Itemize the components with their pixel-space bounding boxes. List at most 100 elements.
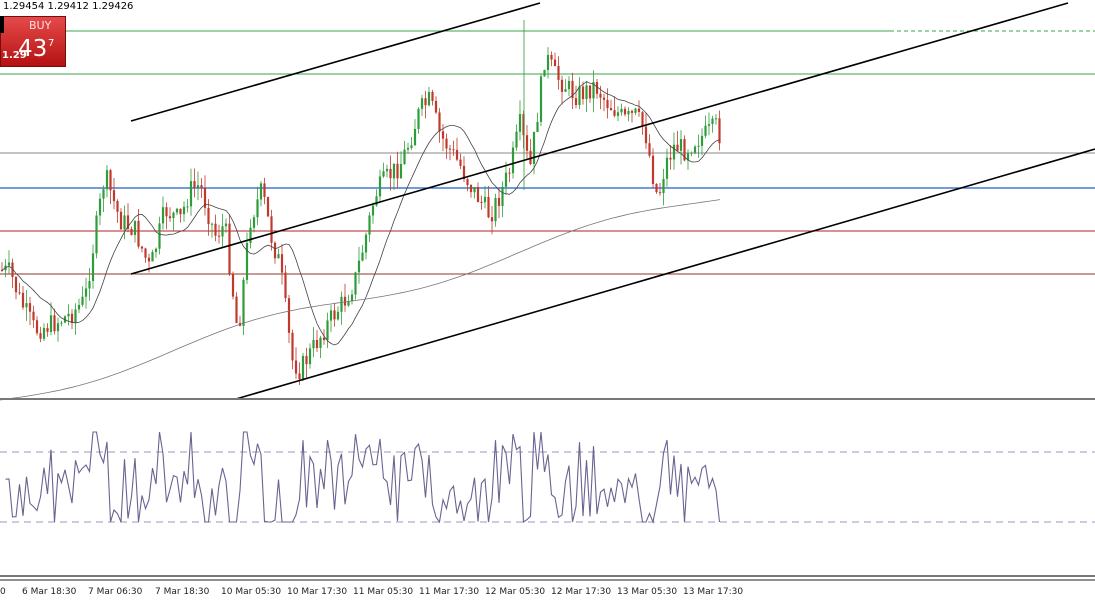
candle-body <box>371 205 375 216</box>
candle-body <box>102 189 105 199</box>
candle-body <box>560 79 564 92</box>
candle-body <box>116 201 119 212</box>
candle-body <box>18 292 21 294</box>
candle-body <box>707 124 711 126</box>
candle-body <box>550 55 553 60</box>
candle-body <box>361 252 364 261</box>
candle-body <box>504 172 508 187</box>
time-label: 10 Mar 05:30 <box>221 587 281 597</box>
candle-body <box>147 257 151 262</box>
candle-body <box>245 242 249 280</box>
candle-body <box>581 86 585 100</box>
candle-body <box>263 183 266 197</box>
candle-body <box>60 322 63 324</box>
candle-body <box>424 98 427 106</box>
candle-body <box>217 235 221 237</box>
candle-body <box>154 248 158 252</box>
candle-body <box>172 212 175 219</box>
candle-body <box>455 149 459 160</box>
candle-body <box>434 100 438 113</box>
candle-body <box>343 296 347 306</box>
candle-body <box>49 315 53 332</box>
time-label: 12 Mar 17:30 <box>551 587 611 597</box>
candle-body <box>494 198 497 222</box>
candle-body <box>700 135 704 146</box>
candle-body <box>536 121 539 132</box>
candle-body <box>305 355 308 365</box>
candle-body <box>693 146 697 153</box>
candle-body <box>151 252 154 262</box>
candle-body <box>466 179 469 186</box>
candle-body <box>179 208 182 215</box>
candle-body <box>476 187 480 202</box>
candle-body <box>277 254 280 259</box>
candle-body <box>53 315 56 332</box>
buy-price-big: 43 <box>18 36 48 62</box>
candle-body <box>28 303 32 312</box>
candle-body <box>266 197 270 217</box>
candle-body <box>326 320 329 341</box>
candle-body <box>448 148 452 150</box>
candle-body <box>378 176 382 197</box>
candle-body <box>235 296 238 323</box>
candle-body <box>32 311 35 321</box>
channel-line-middle[interactable] <box>130 2 1069 275</box>
candle-body <box>445 138 448 149</box>
candle-body <box>539 76 543 122</box>
candle-body <box>119 211 123 230</box>
one-click-trade-panel: BUY 1.29 43 7 <box>0 16 66 67</box>
candle-body <box>679 139 683 151</box>
candle-body <box>644 126 648 144</box>
candle-body <box>123 215 126 230</box>
candle-body <box>21 292 25 308</box>
candle-body <box>333 310 336 320</box>
candle-body <box>630 110 634 113</box>
candle-body <box>270 216 273 243</box>
candle-body <box>641 112 644 127</box>
buy-button[interactable]: BUY 1.29 43 7 <box>0 16 66 67</box>
candle-body <box>616 112 620 116</box>
time-label: 7 Mar 06:30 <box>88 587 143 597</box>
candle-body <box>273 242 277 259</box>
candle-body <box>441 131 445 139</box>
candle-body <box>613 110 616 116</box>
candle-body <box>396 163 399 179</box>
candle-body <box>133 220 137 235</box>
candle-body <box>469 185 473 193</box>
candle-body <box>186 206 189 208</box>
candle-body <box>88 281 91 289</box>
candle-body <box>711 118 714 124</box>
price-chart[interactable]: 0 6 Mar 18:30 7 Mar 06:30 7 Mar 18:30 10… <box>0 0 1095 600</box>
candle-body <box>676 144 679 151</box>
candle-body <box>319 337 322 348</box>
candle-body <box>399 164 403 179</box>
candle-body <box>329 310 333 321</box>
candle-body <box>672 144 676 160</box>
candle-body <box>543 70 546 77</box>
candle-body <box>655 184 658 193</box>
candle-body <box>553 59 557 66</box>
candle-body <box>77 304 81 310</box>
candle-body <box>480 201 483 203</box>
candle-body <box>322 337 326 341</box>
candle-body <box>392 163 396 179</box>
candle-body <box>207 208 210 225</box>
candle-body <box>280 254 284 273</box>
candle-body <box>525 135 529 151</box>
candle-body <box>46 328 49 332</box>
candle-body <box>606 99 609 109</box>
lot-size-field[interactable] <box>0 16 4 33</box>
candle-body <box>168 216 172 219</box>
buy-label: BUY <box>29 19 52 32</box>
candle-body <box>546 55 550 70</box>
candle-body <box>137 220 140 247</box>
candle-body <box>588 85 592 99</box>
candle-body <box>109 170 112 191</box>
candle-body <box>242 279 245 326</box>
candle-body <box>7 262 11 266</box>
channel-line-top[interactable] <box>130 2 541 122</box>
candle-body <box>651 155 655 184</box>
candle-body <box>200 185 203 189</box>
candle-body <box>389 168 392 179</box>
candle-body <box>84 288 88 297</box>
